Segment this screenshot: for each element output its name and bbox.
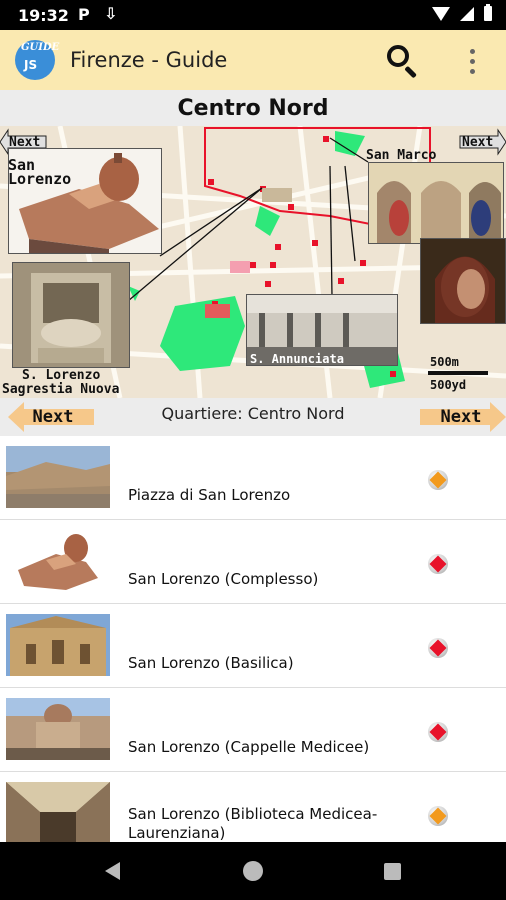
sagrestia-label-line2: Sagrestia Nuova [2, 382, 120, 397]
orange-marker-icon [428, 806, 448, 826]
marker-dot [429, 555, 447, 573]
status-bar: 19:32 P ⇩ [0, 0, 506, 30]
district-map[interactable]: Next Next San Lorenzo San Marco S. Loren… [0, 126, 506, 398]
red-marker-icon [428, 722, 448, 742]
status-time: 19:32 [18, 6, 69, 25]
place-name: San Lorenzo (Complesso) [128, 570, 319, 588]
place-thumbnail [6, 446, 110, 508]
district-nav-row: Next Quartiere: Centro Nord Next [0, 398, 506, 436]
place-name: San Lorenzo (Cappelle Medicee) [128, 738, 370, 756]
orange-marker-icon [428, 470, 448, 490]
sagrestia-nuova-photo [12, 262, 130, 368]
map-next-top-right[interactable]: Next [462, 135, 493, 150]
san-lorenzo-label: San Lorenzo [8, 156, 72, 188]
place-thumbnail [6, 698, 110, 760]
place-thumbnail [6, 614, 110, 676]
parking-notification-icon: P [78, 5, 90, 24]
signal-icon [460, 6, 474, 21]
marker-dot [429, 639, 447, 657]
back-icon[interactable] [105, 862, 120, 880]
place-name: San Lorenzo (Biblioteca Medicea-Laurenzi… [128, 805, 378, 842]
marker-dot [429, 807, 447, 825]
next-district-label: Next [440, 407, 482, 427]
map-next-top-left[interactable]: Next [9, 135, 40, 150]
sagrestia-label-line1: S. Lorenzo [22, 368, 101, 383]
next-district-button[interactable]: Next [416, 402, 506, 432]
app-bar: GUIDE JS Firenze - Guide [0, 30, 506, 90]
list-item[interactable]: San Lorenzo (Complesso) [0, 520, 506, 604]
home-icon[interactable] [243, 861, 263, 881]
marker-dot [429, 471, 447, 489]
san-marco-label: San Marco [366, 148, 437, 163]
san-marco-fresco-photo [368, 162, 504, 244]
marker-dot [429, 723, 447, 741]
place-list: Piazza di San Lorenzo San Lorenzo (Compl… [0, 436, 506, 842]
recents-icon[interactable] [384, 863, 401, 880]
place-thumbnail [6, 782, 110, 842]
search-button[interactable] [382, 42, 422, 82]
download-notification-icon: ⇩ [104, 4, 118, 23]
scale-yards: 500yd [430, 378, 467, 392]
app-logo: GUIDE JS [15, 40, 59, 80]
wifi-icon [432, 6, 450, 21]
red-marker-icon [428, 638, 448, 658]
system-nav-bar [0, 842, 506, 900]
list-item[interactable]: Piazza di San Lorenzo [0, 436, 506, 520]
place-name: Piazza di San Lorenzo [128, 486, 291, 504]
place-name: San Lorenzo (Basilica) [128, 654, 294, 672]
list-item[interactable]: San Lorenzo (Basilica) [0, 604, 506, 688]
app-logo-js-text: JS [24, 58, 38, 72]
app-logo-guide-text: GUIDE [21, 42, 60, 53]
savonarola-portrait-photo [420, 238, 506, 324]
place-thumbnail [6, 530, 110, 592]
scale-meters: 500m [430, 355, 459, 369]
overflow-menu-icon[interactable] [460, 46, 484, 76]
section-header: Centro Nord [0, 90, 506, 126]
battery-icon [484, 4, 492, 21]
list-item[interactable]: San Lorenzo (Cappelle Medicee) [0, 688, 506, 772]
list-item[interactable]: San Lorenzo (Biblioteca Medicea-Laurenzi… [0, 772, 506, 842]
section-title: Centro Nord [177, 96, 329, 121]
app-title: Firenze - Guide [70, 48, 228, 72]
red-marker-icon [428, 554, 448, 574]
annunziata-label: S. Annunciata [250, 352, 344, 366]
